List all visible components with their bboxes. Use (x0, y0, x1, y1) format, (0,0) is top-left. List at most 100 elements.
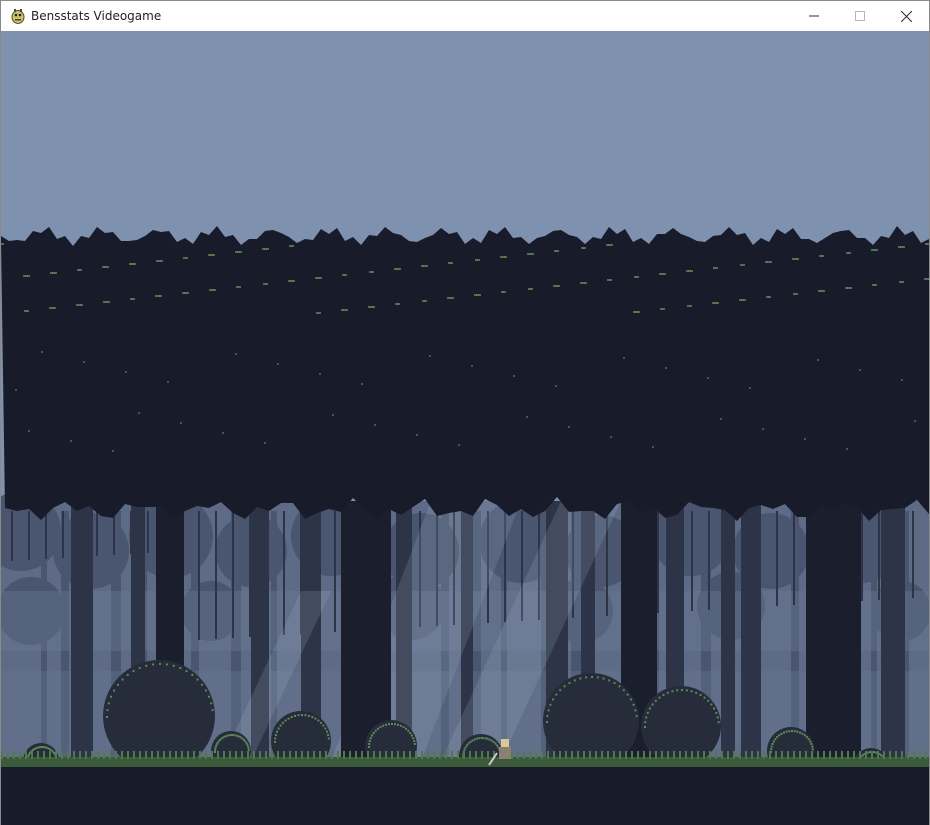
grass-blade (37, 751, 39, 759)
grass-blade (13, 751, 15, 759)
grass-blade (55, 751, 57, 759)
grass-blade (265, 751, 267, 759)
bush-highlight (274, 737, 277, 740)
game-viewport[interactable] (1, 31, 929, 825)
leaf-highlight (623, 357, 625, 359)
bush-highlight (41, 746, 43, 748)
grass-blade (667, 751, 669, 759)
grass-blade (457, 751, 459, 759)
hanging-root (79, 511, 81, 557)
grass-blade (373, 751, 375, 759)
bush-highlight (396, 723, 399, 726)
maximize-icon[interactable] (837, 1, 883, 31)
leaf-highlight (369, 271, 372, 273)
bush-highlight (872, 751, 875, 754)
grass-blade (7, 751, 9, 759)
leaf-highlight (129, 263, 132, 265)
bush-highlight (35, 747, 38, 750)
grass-blade (271, 751, 273, 759)
close-icon[interactable] (883, 1, 929, 31)
grass-blade (247, 751, 249, 759)
bush-highlight (626, 693, 629, 696)
bush-highlight (369, 737, 372, 740)
leaf-highlight (416, 434, 418, 436)
bush-highlight (27, 755, 30, 758)
bush-highlight (771, 742, 774, 745)
leaf-highlight (500, 256, 503, 258)
grass-blade (307, 751, 309, 759)
bush-highlight (780, 732, 783, 735)
leaf-highlight (130, 298, 133, 300)
bush-highlight (651, 703, 654, 706)
grass-blade (427, 751, 429, 759)
grass-blade (115, 751, 117, 759)
bush-highlight (496, 744, 499, 747)
bush-highlight (368, 746, 370, 748)
bush-highlight (385, 723, 388, 726)
bush-highlight (785, 730, 788, 733)
bush-highlight (165, 663, 168, 666)
grass-blade (889, 751, 891, 759)
title-bar[interactable]: Bensstats Videogame (1, 1, 929, 31)
bush-highlight (644, 726, 646, 728)
leaf-highlight (792, 258, 795, 260)
grass-blade (343, 751, 345, 759)
grass-blade (151, 751, 153, 759)
hanging-root (793, 511, 795, 605)
bush-highlight (867, 751, 870, 754)
leaf-highlight (471, 365, 473, 367)
grass-blade (859, 751, 861, 759)
bush-highlight (658, 696, 661, 699)
bush-highlight (471, 739, 474, 742)
leaf-highlight (138, 412, 140, 414)
bush-highlight (277, 727, 280, 730)
grass-blade (121, 751, 123, 759)
leaf-highlight (15, 389, 17, 391)
leaf-highlight (76, 304, 79, 306)
bush-highlight (591, 676, 593, 678)
bush-highlight (644, 721, 647, 724)
leaf-highlight (707, 377, 709, 379)
leaf-highlight (70, 440, 72, 442)
bush-highlight (214, 748, 217, 751)
leaf-highlight (458, 444, 460, 446)
grass-blade (565, 751, 567, 759)
forest-scene (1, 31, 929, 825)
leaf-highlight (610, 436, 612, 438)
bush-highlight (478, 737, 481, 740)
bush-highlight (465, 744, 468, 747)
leaf-highlight (665, 367, 667, 369)
leaf-highlight (342, 274, 345, 276)
grass-blade (703, 751, 705, 759)
bush-highlight (629, 698, 632, 701)
bush-highlight (387, 723, 390, 726)
grass-blade (415, 751, 417, 759)
hanging-root (708, 511, 710, 610)
minimize-icon[interactable] (791, 1, 837, 31)
hanging-root (674, 511, 676, 612)
grass-blade (385, 751, 387, 759)
leaf-highlight (528, 288, 531, 290)
bush-highlight (782, 731, 785, 734)
leaf-highlight (28, 430, 30, 432)
mid-trunk (881, 501, 905, 771)
grass-blade (895, 751, 897, 759)
leaf-highlight (332, 414, 334, 416)
grass-blade (193, 751, 195, 759)
grass-blade (397, 751, 399, 759)
grass-blade (175, 751, 177, 759)
bush-highlight (106, 709, 109, 712)
grass-blade (85, 751, 87, 759)
window-title: Bensstats Videogame (31, 9, 162, 23)
leaf-highlight (368, 306, 371, 308)
bush-highlight (716, 716, 719, 719)
bush-highlight (467, 742, 470, 745)
bush-highlight (796, 730, 799, 733)
leaf-highlight (713, 267, 716, 269)
grass-blade (139, 751, 141, 759)
grass-blade (25, 751, 27, 759)
bush-highlight (552, 698, 555, 701)
leaf-highlight (899, 281, 902, 283)
grass-blade (19, 751, 21, 759)
bush-highlight (304, 714, 307, 717)
